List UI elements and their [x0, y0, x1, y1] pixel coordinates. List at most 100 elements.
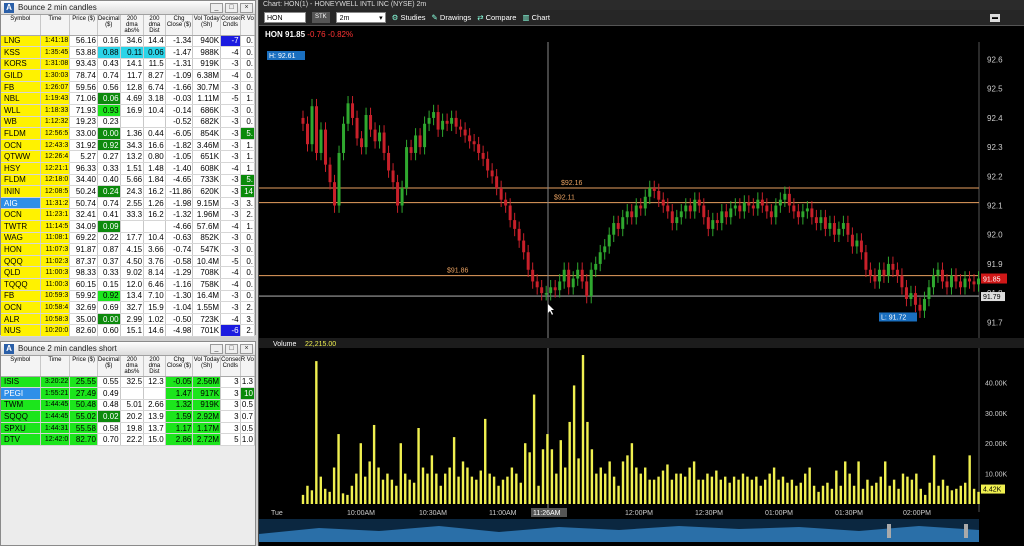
column-header[interactable]: R Vo: [240, 356, 256, 377]
column-header[interactable]: Symbol: [1, 356, 41, 377]
candle-body: [391, 170, 395, 183]
table-row[interactable]: QTWW 12:26:4 5.27 0.27 13.2 0.80 -1.05 651K -3 1.: [1, 150, 256, 164]
table-row[interactable]: TWTR 11:14:5 34.09 0.09 -4.66 57.6M -4 1.: [1, 220, 256, 233]
table-row[interactable]: TQQQ 11:00:3 60.15 0.15 12.0 6.46 -1.16 758K -4 0…: [1, 278, 256, 291]
table-cell: 0.22: [97, 232, 121, 245]
table-row[interactable]: LNG 1:41:18 56.16 0.16 34.6 14.4 -1.34 940K -7 0.: [1, 35, 256, 48]
interval-select[interactable]: 2m ▾: [335, 12, 386, 23]
column-header[interactable]: Time: [40, 15, 71, 36]
table-row[interactable]: SPXU 1:44:31 55.58 0.58 19.8 13.7 1.17 1.17M 3 0.…: [1, 422, 256, 435]
table-row[interactable]: FLDM 12:18:0 34.40 0.40 5.66 1.84 -4.65 733K -3 5…: [1, 174, 256, 187]
table-row[interactable]: KSS 1:35:45 53.88 0.88 0.11 0.06 -1.47 988K -4 0.: [1, 46, 256, 59]
column-header[interactable]: Consec Cndls: [220, 356, 241, 377]
minimize-icon[interactable]: _: [210, 343, 223, 354]
volume-bar: [368, 461, 371, 504]
table-row[interactable]: NUS 10:20:0 82.60 0.60 15.1 14.6 -4.98 701K -6 2.: [1, 324, 256, 337]
volume-bar: [399, 443, 402, 504]
close-icon[interactable]: ×: [240, 2, 253, 13]
close-icon[interactable]: ×: [240, 343, 253, 354]
table-row[interactable]: OCN 11:23:1 32.41 0.41 33.3 16.2 -1.32 1.96M -3 2…: [1, 208, 256, 221]
chart-titlebar[interactable]: Chart: HON(1) - HONEYWELL INTL INC (NYSE…: [259, 0, 1024, 10]
table-row[interactable]: WAG 11:08:1 69.22 0.22 17.7 10.4 -0.63 852K -3 0.: [1, 232, 256, 245]
column-header[interactable]: Vol Today (Sh): [192, 356, 222, 377]
table-row[interactable]: ININ 12:08:5 50.24 0.24 24.3 16.2 -11.86 620K -3…: [1, 185, 256, 198]
table-cell: 0.: [240, 104, 256, 117]
candle-body: [724, 211, 728, 218]
table-cell: 1:44:45: [40, 399, 71, 412]
candle-body: [765, 205, 769, 212]
volume-bar: [710, 476, 714, 504]
symbol-input[interactable]: HON: [264, 12, 306, 23]
maximize-icon[interactable]: □: [225, 343, 238, 354]
table-row[interactable]: GILD 1:30:03 78.74 0.74 11.7 8.27 -1.09 6.38M -4…: [1, 69, 256, 82]
price-volume-chart[interactable]: 92.692.592.492.392.292.192.091.991.891.7…: [259, 42, 1024, 542]
navigator-handle[interactable]: [887, 524, 891, 538]
column-header[interactable]: 200 dma Dist: [143, 356, 166, 377]
maximize-icon[interactable]: □: [225, 2, 238, 13]
table-row[interactable]: OCN 10:58:4 32.69 0.69 32.7 15.9 -1.04 1.55M -3 2…: [1, 301, 256, 314]
column-header[interactable]: Decimal ($): [97, 15, 121, 36]
drawings-button[interactable]: ✎ Drawings: [432, 13, 472, 22]
sec-type-badge[interactable]: STK: [312, 12, 330, 23]
column-header[interactable]: 200 dma Dist: [143, 15, 166, 36]
candle-body: [360, 138, 364, 148]
candle-body: [355, 117, 359, 139]
table-row[interactable]: FLDM 12:56:5 33.00 0.00 1.36 0.44 -6.05 854K -3 5…: [1, 127, 256, 140]
column-header[interactable]: 200 dma abs%: [120, 15, 145, 36]
table-row[interactable]: PEGI 1:55:21 27.49 0.49 1.47 917K 3 10: [1, 387, 256, 400]
table-row[interactable]: ISIS 3:20:22 25.55 0.55 32.5 12.3 -0.05 2.56M 3 1…: [1, 376, 256, 389]
table-cell: -1.31: [165, 58, 194, 71]
candle-body: [535, 281, 539, 288]
table-row[interactable]: OCN 12:43:3 31.92 0.92 34.3 16.6 -1.82 3.46M -3 1…: [1, 139, 256, 152]
chevron-down-icon: ▾: [379, 15, 383, 22]
table-row[interactable]: NBL 1:19:43 71.06 0.06 4.69 3.18 -0.03 1.11M -5 1…: [1, 92, 256, 106]
volume-bar: [537, 485, 540, 504]
volume-bar: [839, 485, 842, 504]
bounce2short-titlebar[interactable]: A Bounce 2 min candles short _ □ ×: [1, 342, 255, 356]
table-cell: -1.04: [165, 301, 194, 314]
candle-body: [904, 287, 908, 299]
table-cell: 8.27: [143, 69, 166, 82]
column-header[interactable]: Price ($): [69, 15, 98, 36]
table-row[interactable]: TWM 1:44:45 50.48 0.48 5.01 2.66 1.32 919K 3 0.5: [1, 399, 256, 412]
bounce2-titlebar[interactable]: A Bounce 2 min candles _ □ ×: [1, 1, 255, 15]
compare-button[interactable]: ⇄ Compare: [477, 13, 516, 22]
table-row[interactable]: QQQ 11:02:3 87.37 0.37 4.50 3.76 -0.58 10.4M -5 0…: [1, 255, 256, 268]
candle-body: [684, 205, 688, 212]
column-header[interactable]: R Vo: [240, 15, 256, 36]
volume-bar: [350, 485, 354, 504]
table-cell: 3: [220, 410, 241, 423]
window-menu-icon[interactable]: ▬: [990, 13, 1000, 22]
table-row[interactable]: DTV 12:42:0 82.70 0.70 22.2 15.0 2.86 2.72M 5 1.0: [1, 433, 256, 447]
minimize-icon[interactable]: _: [210, 2, 223, 13]
table-row[interactable]: HON 11:07:3 91.87 0.87 4.15 3.66 -0.74 547K -3 0.: [1, 243, 256, 256]
table-row[interactable]: KORS 1:31:08 93.43 0.43 14.1 11.5 -1.31 919K -3 0…: [1, 58, 256, 71]
column-header[interactable]: Time: [40, 356, 71, 377]
column-header[interactable]: Vol Today (Sh): [192, 15, 222, 36]
candle-body: [819, 217, 823, 224]
column-header[interactable]: Price ($): [69, 356, 98, 377]
navigator-handle[interactable]: [964, 524, 968, 538]
table-row[interactable]: FB 1:26:07 59.56 0.56 12.8 6.74 -1.66 30.7M -3 0.: [1, 81, 256, 94]
chart-button[interactable]: ▥ Chart: [522, 13, 550, 22]
table-cell: -3: [220, 58, 241, 71]
table-row[interactable]: SQQQ 1:44:45 55.02 0.02 20.2 13.9 1.59 2.92M 3 0.…: [1, 410, 256, 423]
table-row[interactable]: AIG 11:31:2 50.74 0.74 2.55 1.26 -1.98 9.15M -3 3…: [1, 197, 256, 210]
table-row[interactable]: HSY 12:21:1 96.33 0.33 1.51 1.48 -1.40 608K -4 1.: [1, 162, 256, 175]
table-row[interactable]: ALR 10:58:3 35.00 0.00 2.99 1.02 -0.50 723K -4 3.: [1, 313, 256, 326]
studies-button[interactable]: ⚙ Studies: [392, 13, 426, 22]
column-header[interactable]: Chg Close ($): [165, 356, 194, 377]
volume-bar: [924, 494, 927, 504]
table-row[interactable]: QLD 11:00:3 98.33 0.33 9.02 8.14 -1.29 708K -4 0.: [1, 266, 256, 279]
table-row[interactable]: WB 1:12:32 19.23 0.23 -0.52 682K -3 0.: [1, 116, 256, 129]
table-cell: 2.66: [143, 399, 166, 412]
column-header[interactable]: Chg Close ($): [165, 15, 194, 36]
table-row[interactable]: WLL 1:18:33 71.93 0.93 16.9 10.4 -0.14 686K -3 0.: [1, 104, 256, 117]
table-cell: 1.51: [120, 162, 145, 175]
column-header[interactable]: Consec Cndls: [220, 15, 241, 36]
column-header[interactable]: Decimal ($): [97, 356, 121, 377]
table-row[interactable]: FB 10:59:3 59.92 0.92 13.4 7.10 -1.30 16.4M -3 0.: [1, 290, 256, 303]
column-header[interactable]: Symbol: [1, 15, 41, 36]
volume-bar: [346, 494, 349, 504]
column-header[interactable]: 200 dma abs%: [120, 356, 145, 377]
